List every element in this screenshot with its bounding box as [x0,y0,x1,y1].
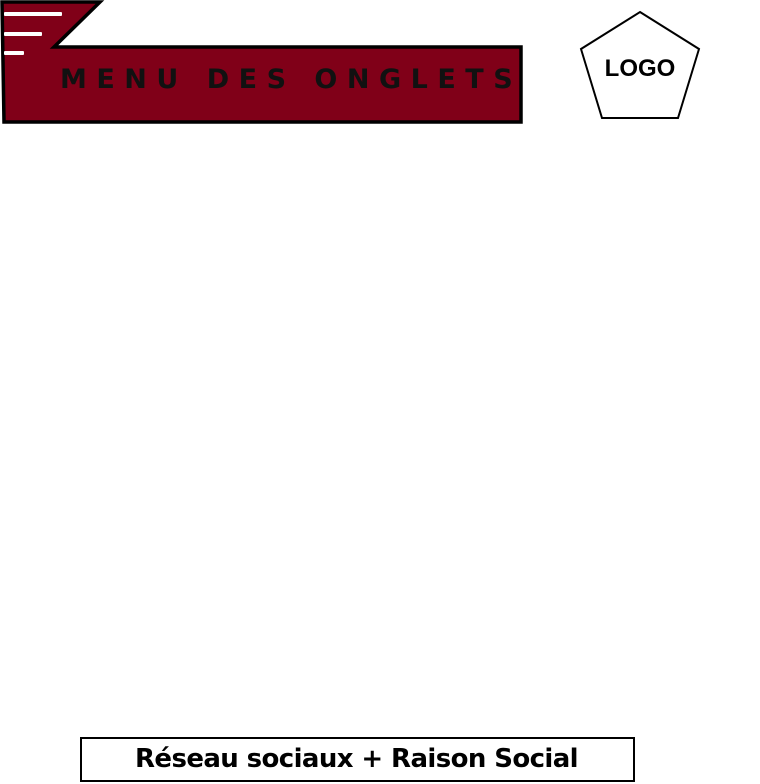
banner-shape [0,0,523,124]
logo-text: LOGO [604,55,676,82]
menu-title[interactable]: MENU DES ONGLETS [60,66,522,93]
hamburger-line [4,32,42,36]
tab-menu-banner[interactable]: MENU DES ONGLETS [0,0,526,126]
footer-bar: Réseau sociaux + Raison Social [80,737,635,782]
hamburger-line [4,12,62,16]
hamburger-menu-icon[interactable] [4,8,66,60]
hamburger-line [4,51,24,55]
logo[interactable]: LOGO [578,10,702,122]
footer-text: Réseau sociaux + Raison Social [135,744,579,774]
